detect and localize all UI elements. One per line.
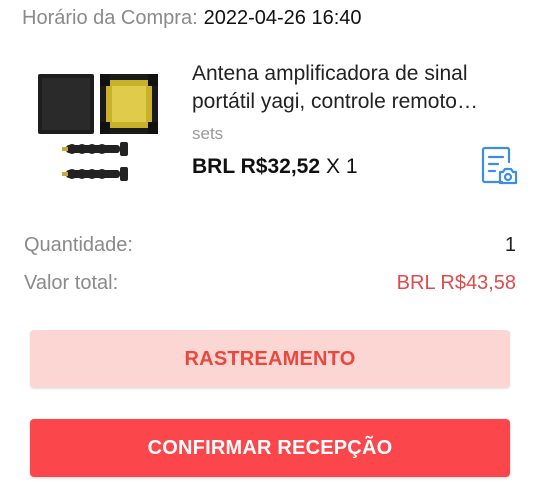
total-value: BRL R$43,58	[396, 271, 516, 294]
review-photo-button[interactable]	[476, 144, 520, 188]
total-row: Valor total: BRL R$43,58	[24, 268, 516, 298]
purchase-time-label: Horário da Compra:	[22, 6, 198, 29]
price-row: BRL R$32,52 X 1	[192, 155, 358, 179]
product-price: BRL R$32,52	[192, 155, 321, 178]
quantity-label: Quantidade:	[24, 233, 133, 256]
quantity-row: Quantidade: 1	[24, 230, 516, 260]
receipt-camera-icon	[481, 146, 518, 185]
purchase-time-row: Horário da Compra: 2022-04-26 16:40	[22, 4, 362, 32]
purchase-time-value: 2022-04-26 16:40	[203, 6, 362, 29]
confirm-receipt-button[interactable]: CONFIRMAR RECEPÇÃO	[30, 419, 510, 477]
total-label: Valor total:	[24, 271, 119, 294]
product-variant: sets	[192, 124, 224, 143]
product-image[interactable]	[36, 72, 164, 192]
quantity-value: 1	[504, 233, 516, 256]
product-quantity: X 1	[326, 155, 358, 178]
tracking-button[interactable]: RASTREAMENTO	[30, 330, 510, 388]
product-title[interactable]: Antena amplificadora de sinal portátil y…	[192, 60, 512, 116]
